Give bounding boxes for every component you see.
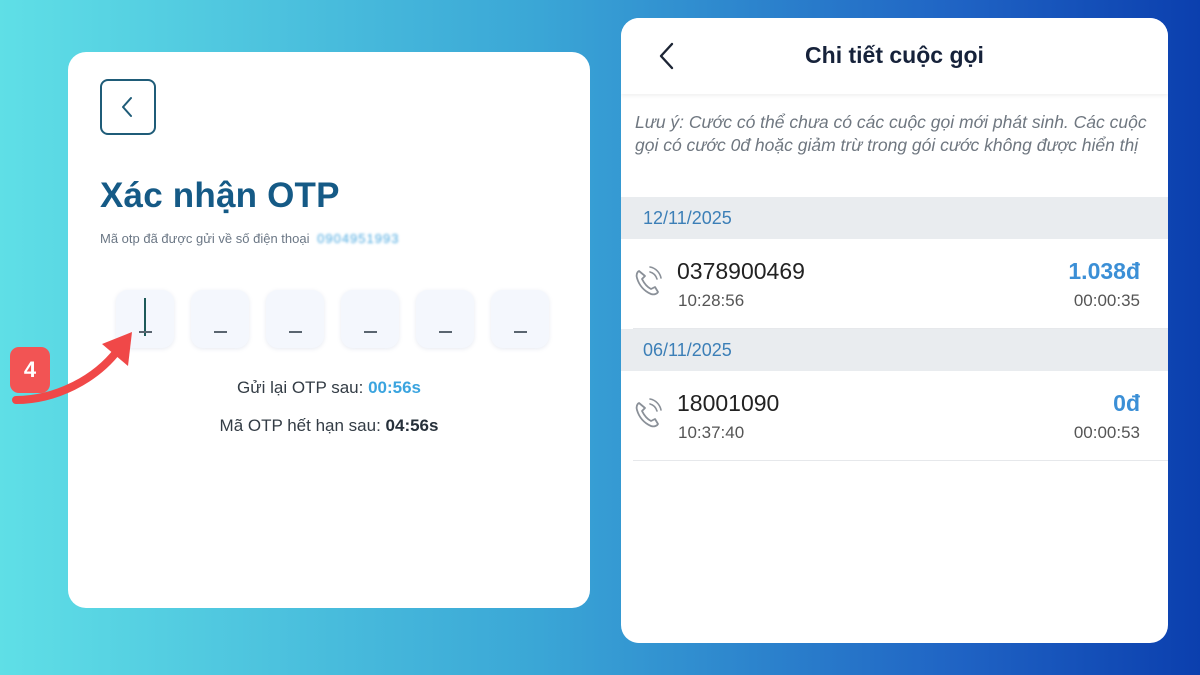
call-detail-card: Chi tiết cuộc gọi Lưu ý: Cước có thể chư… bbox=[621, 18, 1168, 643]
notice-text: Lưu ý: Cước có thể chưa có các cuộc gọi … bbox=[635, 112, 1147, 155]
call-duration: 00:00:53 bbox=[1073, 423, 1140, 442]
phone-number: 0378900469 bbox=[677, 258, 805, 284]
input-underline bbox=[138, 331, 152, 333]
input-underline bbox=[288, 331, 302, 333]
phone-number: 18001090 bbox=[677, 390, 780, 416]
call-row[interactable]: 0378900469 10:28:56 1.038đ 00:00:35 bbox=[633, 238, 1168, 329]
back-button[interactable] bbox=[100, 79, 156, 135]
phone-call-icon bbox=[635, 398, 662, 428]
otp-digit-input-5[interactable] bbox=[416, 290, 474, 348]
otp-subtitle: Mã otp đã được gửi về số điện thoại 0904… bbox=[100, 231, 399, 246]
header: Chi tiết cuộc gọi bbox=[621, 18, 1168, 94]
resend-label: Gửi lại OTP sau: bbox=[237, 378, 369, 397]
call-row[interactable]: 18001090 10:37:40 0đ 00:00:53 bbox=[633, 370, 1168, 461]
expire-label: Mã OTP hết hạn sau: bbox=[219, 416, 386, 435]
call-time: 10:37:40 bbox=[678, 423, 745, 442]
call-cost: 1.038đ bbox=[1068, 258, 1140, 284]
page-title: Xác nhận OTP bbox=[100, 176, 340, 215]
otp-digit-input-3[interactable] bbox=[266, 290, 324, 348]
chevron-left-icon bbox=[122, 97, 132, 117]
call-time: 10:28:56 bbox=[678, 291, 745, 310]
input-underline bbox=[213, 331, 227, 333]
resend-timer: 00:56s bbox=[368, 378, 421, 397]
masked-phone-number: 0904951993 bbox=[317, 231, 400, 246]
otp-input-group bbox=[116, 290, 549, 348]
page-title: Chi tiết cuộc gọi bbox=[805, 42, 984, 68]
date-header: 12/11/2025 bbox=[621, 197, 1168, 239]
otp-digit-input-2[interactable] bbox=[191, 290, 249, 348]
resend-otp-countdown: Gửi lại OTP sau: 00:56s bbox=[68, 378, 590, 398]
call-cost: 0đ bbox=[1113, 390, 1140, 416]
otp-card: Xác nhận OTP Mã otp đã được gửi về số đi… bbox=[68, 52, 590, 608]
otp-digit-input-4[interactable] bbox=[341, 290, 399, 348]
call-duration: 00:00:35 bbox=[1073, 291, 1140, 310]
otp-subtitle-text: Mã otp đã được gửi về số điện thoại bbox=[100, 231, 310, 246]
input-underline bbox=[513, 331, 527, 333]
input-underline bbox=[438, 331, 452, 333]
otp-digit-input-6[interactable] bbox=[491, 290, 549, 348]
phone-call-icon bbox=[635, 266, 662, 296]
otp-expiry-countdown: Mã OTP hết hạn sau: 04:56s bbox=[68, 416, 590, 436]
expire-timer: 04:56s bbox=[385, 416, 439, 435]
step-badge: 4 bbox=[10, 347, 50, 393]
input-underline bbox=[363, 331, 377, 333]
date-header: 06/11/2025 bbox=[621, 329, 1168, 371]
